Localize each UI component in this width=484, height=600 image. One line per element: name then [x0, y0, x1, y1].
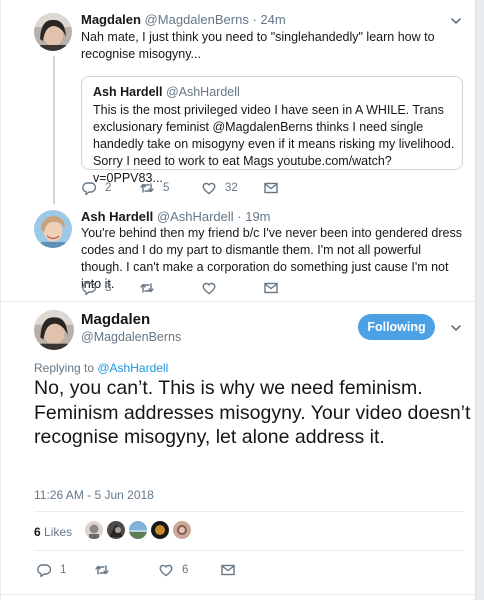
chevron-down-icon[interactable] — [449, 14, 463, 28]
quoted-tweet-text: This is the most privileged video I have… — [93, 103, 455, 185]
tweet-time[interactable]: · 24m — [252, 12, 285, 27]
reply-button[interactable]: 1 — [36, 561, 66, 579]
like-icon — [202, 282, 216, 295]
reply-icon — [37, 564, 52, 578]
tweet-timestamp[interactable]: 11:26 AM - 5 Jun 2018 — [34, 488, 154, 502]
reply-icon — [82, 282, 97, 296]
like-count: 32 — [225, 182, 238, 194]
avatar[interactable] — [34, 210, 72, 248]
retweet-icon — [140, 283, 154, 293]
liker-avatar[interactable] — [173, 521, 191, 539]
replying-to-label: Replying to — [34, 361, 98, 375]
divider — [1, 594, 477, 595]
divider — [1, 301, 477, 302]
message-button[interactable] — [220, 561, 236, 579]
likes-count: 6 — [34, 525, 41, 539]
message-button[interactable] — [263, 279, 279, 297]
reply-count: 2 — [105, 182, 112, 194]
tweet-actions: 1 6 — [36, 561, 336, 579]
conversation-card: Magdalen @MagdalenBerns · 24m Nah mate, … — [0, 0, 477, 600]
chevron-down-icon[interactable] — [449, 321, 463, 335]
following-button[interactable]: Following — [358, 314, 435, 340]
divider — [34, 550, 464, 551]
like-count: 6 — [182, 564, 189, 576]
avatar[interactable] — [34, 13, 72, 51]
retweet-icon — [95, 565, 109, 575]
replying-to-link[interactable]: @AshHardell — [97, 361, 168, 375]
message-icon — [264, 182, 278, 194]
liker-avatar[interactable] — [129, 521, 147, 539]
reply-count: 1 — [60, 564, 67, 576]
message-icon — [221, 564, 235, 576]
likes-count-label: 6 Likes — [34, 525, 72, 539]
liker-avatar[interactable] — [151, 521, 169, 539]
quoted-author-handle: @AshHardell — [165, 85, 240, 99]
tweet-header: Ash Hardell @AshHardell · 19m — [81, 209, 271, 224]
message-icon — [264, 282, 278, 294]
liker-avatar[interactable] — [107, 521, 125, 539]
quoted-tweet[interactable]: Ash Hardell @AshHardell This is the most… — [81, 76, 463, 185]
reply-button[interactable]: 3 — [81, 279, 111, 297]
like-icon — [159, 564, 173, 577]
retweet-button[interactable] — [139, 279, 155, 297]
tweet-actions: 3 — [81, 279, 381, 297]
quoted-author-name: Ash Hardell — [93, 85, 163, 99]
liker-avatar[interactable] — [85, 521, 103, 539]
avatar[interactable] — [34, 310, 74, 350]
author-name[interactable]: Magdalen — [81, 311, 150, 328]
reply-button[interactable]: 2 — [81, 179, 111, 197]
likes-summary[interactable]: 6 Likes — [34, 521, 72, 543]
retweet-button[interactable]: 5 — [139, 179, 169, 197]
like-button[interactable]: 32 — [201, 179, 238, 197]
likes-label: Likes — [40, 525, 73, 539]
reply-count: 3 — [105, 282, 112, 294]
message-button[interactable] — [263, 179, 279, 197]
like-button[interactable] — [201, 279, 217, 297]
author-handle[interactable]: @AshHardell — [157, 209, 234, 224]
retweet-icon — [140, 183, 154, 193]
thread-line — [53, 56, 55, 204]
quoted-tweet-header: Ash Hardell @AshHardell — [93, 85, 240, 99]
author-name[interactable]: Ash Hardell — [81, 209, 153, 224]
divider — [34, 511, 464, 512]
retweet-count: 5 — [163, 182, 170, 194]
main-tweet-text: No, you can’t. This is why we need femin… — [34, 377, 471, 448]
retweet-button[interactable] — [94, 561, 110, 579]
like-icon — [202, 182, 216, 195]
author-handle[interactable]: @MagdalenBerns — [81, 330, 181, 344]
author-handle[interactable]: @MagdalenBerns — [145, 12, 249, 27]
like-button[interactable]: 6 — [158, 561, 188, 579]
tweet-actions: 2 5 32 — [81, 179, 381, 197]
tweet-header: Magdalen @MagdalenBerns · 24m — [81, 12, 286, 27]
tweet-time[interactable]: · 19m — [237, 209, 270, 224]
author-name[interactable]: Magdalen — [81, 12, 141, 27]
reply-icon — [82, 182, 97, 196]
replying-to: Replying to @AshHardell — [34, 361, 168, 375]
tweet-text: Nah mate, I just think you need to "sing… — [81, 30, 435, 61]
